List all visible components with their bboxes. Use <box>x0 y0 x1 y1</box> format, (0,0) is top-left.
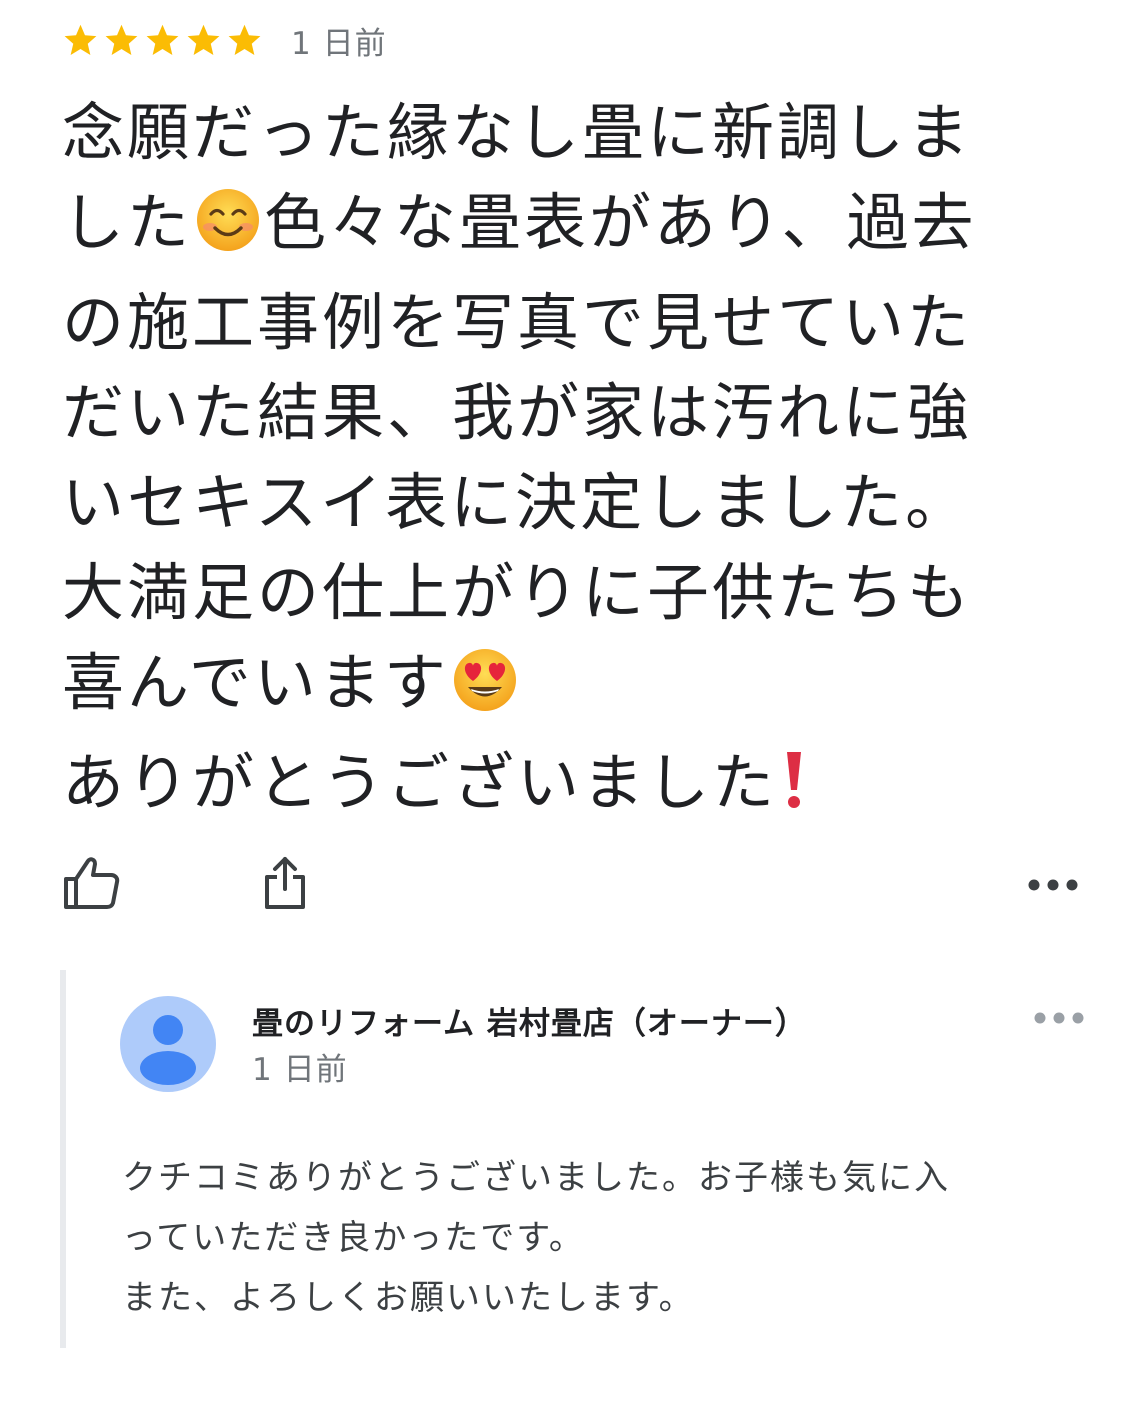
review-line-text: ありがとうございました <box>62 746 778 819</box>
share-button[interactable] <box>250 850 320 920</box>
review-line: した 色々な畳表があり、過去 <box>62 178 1072 278</box>
person-avatar-icon <box>120 1015 216 1092</box>
more-options-icon <box>1034 1009 1084 1028</box>
review-line: の施工事例を写真で見せていた <box>62 286 973 359</box>
star-icon <box>146 24 179 55</box>
review-line-text: 喜んでいます <box>62 646 449 719</box>
review-line: いセキスイ表に決定しました。 <box>62 466 971 539</box>
thumbs-up-icon <box>62 855 120 915</box>
reply-line: っていただき良かったです。 <box>122 1218 585 1258</box>
owner-avatar <box>120 996 216 1092</box>
review-line: 大満足の仕上がりに子供たちも <box>62 556 973 629</box>
review-line: 喜んでいます <box>62 638 1072 738</box>
review-line: だいた結果、我が家は汚れに強 <box>62 376 973 449</box>
red-exclamation-emoji <box>779 746 809 838</box>
share-icon <box>263 855 307 915</box>
owner-reply: 畳のリフォーム 岩村畳店（オーナー） 1 日前 クチコミありがとうございました。… <box>60 970 1106 1348</box>
star-icon <box>228 24 261 55</box>
review-actions <box>0 850 1125 920</box>
review-line-text: 色々な畳表があり、過去 <box>264 186 977 259</box>
owner-reply-text: クチコミありがとうございました。お子様も気に入 っていただき良かったです。 また… <box>122 1148 1082 1328</box>
owner-reply-more-button[interactable] <box>1024 998 1094 1038</box>
review-line: ありがとうございました <box>62 738 1072 838</box>
owner-reply-date: 1 日前 <box>252 1052 348 1088</box>
review-line: 念願だった縁なし畳に新調しま <box>62 96 973 169</box>
more-options-button[interactable] <box>1018 850 1088 920</box>
more-options-icon <box>1028 876 1078 895</box>
star-rating <box>62 22 263 59</box>
review-rating-row: 1 日前 <box>62 18 387 62</box>
owner-name: 畳のリフォーム 岩村畳店（オーナー） <box>252 1006 807 1042</box>
heart-eyes-emoji <box>451 646 519 738</box>
review-date: 1 日前 <box>291 25 387 62</box>
star-icon <box>105 24 138 55</box>
review-text: 念願だった縁なし畳に新調しま した 色々な畳表があり、過去 の施工事例を写真で見… <box>62 88 1072 838</box>
reply-line: クチコミありがとうございました。お子様も気に入 <box>122 1158 950 1198</box>
review-line-text: した <box>62 186 193 259</box>
reply-line: また、よろしくお願いいたします。 <box>122 1278 695 1318</box>
star-icon <box>64 24 97 55</box>
smiling-face-emoji <box>194 186 262 278</box>
like-button[interactable] <box>56 850 126 920</box>
star-icon <box>187 24 220 55</box>
